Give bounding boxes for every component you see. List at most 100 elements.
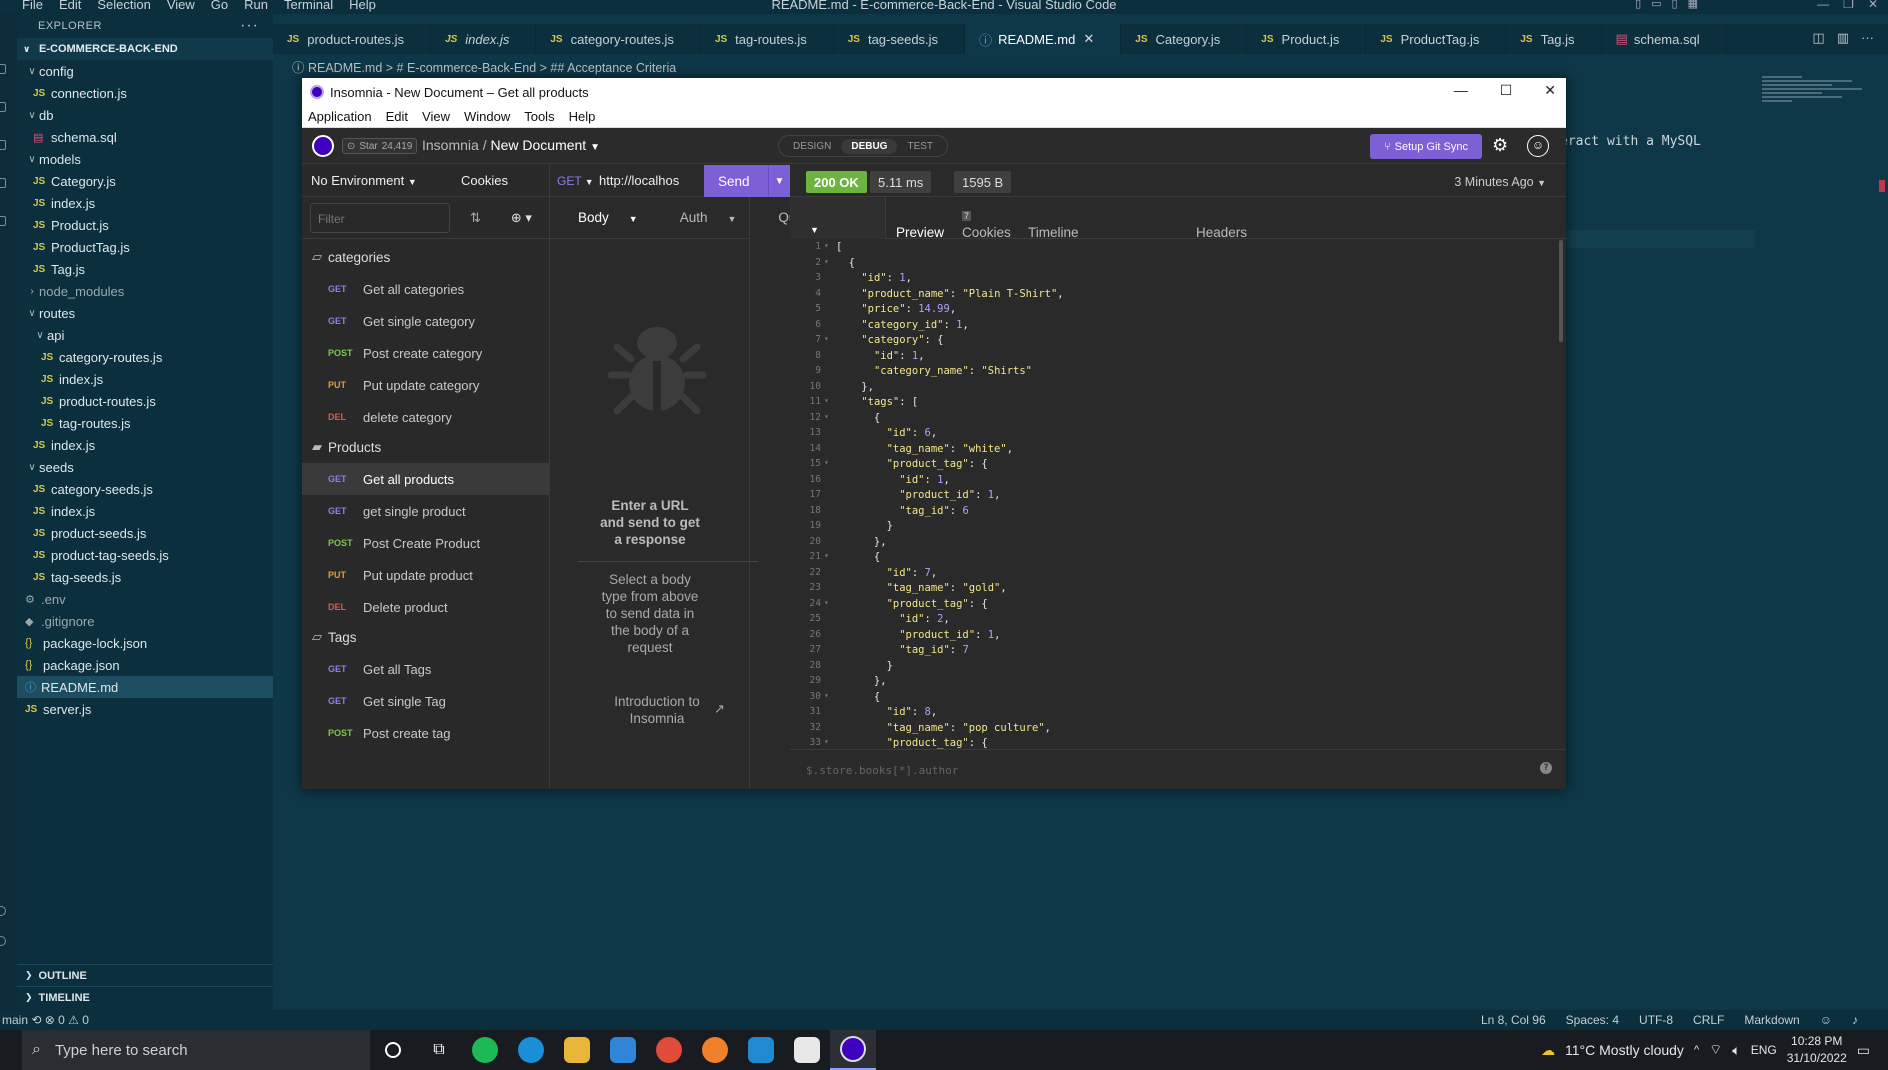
tree-item[interactable]: JS index.js: [17, 500, 273, 522]
menu-view[interactable]: View: [159, 0, 203, 13]
clock[interactable]: 10:28 PM 31/10/2022: [1787, 1033, 1847, 1067]
maximize-icon[interactable]: ☐: [1500, 82, 1513, 99]
tree-item[interactable]: {} package-lock.json: [17, 632, 273, 654]
crumb-document[interactable]: New Document: [490, 137, 586, 153]
editor-tab[interactable]: JS product-routes.js: [273, 24, 432, 54]
fold-icon[interactable]: ▾: [824, 412, 836, 428]
fold-icon[interactable]: ▾: [824, 737, 836, 749]
tree-item[interactable]: ⚙ .env: [17, 588, 273, 610]
response-filter[interactable]: $.store.books[*].author?: [790, 749, 1566, 789]
request-folder[interactable]: ▱ categories: [302, 241, 549, 273]
more-actions-icon[interactable]: ···: [1861, 30, 1874, 46]
breadcrumb[interactable]: ⓘ README.md > # E-commerce-Back-End > ##…: [292, 57, 676, 76]
intro-link[interactable]: Introduction to Insomnia: [602, 693, 712, 727]
tree-item[interactable]: JS product-seeds.js: [17, 522, 273, 544]
tree-item[interactable]: JS ProductTag.js: [17, 236, 273, 258]
editor-tab[interactable]: JS category-routes.js: [536, 24, 701, 54]
response-scrollbar[interactable]: [1559, 240, 1563, 342]
tree-item[interactable]: JS index.js: [17, 368, 273, 390]
send-options-icon[interactable]: ▼: [768, 165, 790, 197]
status-item[interactable]: Ln 8, Col 96: [1481, 1013, 1546, 1027]
menu-file[interactable]: File: [14, 0, 51, 13]
manage-gear-icon[interactable]: [0, 936, 6, 946]
fold-icon[interactable]: ▾: [824, 458, 836, 474]
menu-terminal[interactable]: Terminal: [276, 0, 341, 13]
tree-item[interactable]: ∨ models: [17, 148, 273, 170]
tree-item[interactable]: JS Product.js: [17, 214, 273, 236]
source-control-icon[interactable]: [0, 140, 6, 150]
response-body[interactable]: 1 ▾[2 ▾ {3 "id": 1, 4 "product_name": "Plai…: [790, 241, 1566, 749]
spotify-icon[interactable]: [462, 1030, 508, 1070]
history-dropdown[interactable]: 3 Minutes Ago ▼: [1454, 175, 1546, 189]
request-item[interactable]: DEL Delete product: [302, 591, 549, 623]
menu-selection[interactable]: Selection: [89, 0, 158, 13]
tree-item[interactable]: JS connection.js: [17, 82, 273, 104]
layout-panel-icon[interactable]: ▭: [1651, 0, 1661, 10]
cookies-button[interactable]: Cookies: [461, 173, 508, 188]
sort-icon[interactable]: ⇅: [470, 210, 481, 226]
mode-test[interactable]: TEST: [897, 139, 943, 154]
request-item[interactable]: GET Get single category: [302, 305, 549, 337]
menu-go[interactable]: Go: [203, 0, 236, 13]
minimize-icon[interactable]: —: [1454, 82, 1468, 99]
tree-item[interactable]: JS server.js: [17, 698, 273, 720]
insomnia-taskbar-icon[interactable]: [830, 1030, 876, 1070]
status-left[interactable]: main ⟲ ⊗ 0 ⚠ 0: [2, 1013, 89, 1027]
request-tab-body[interactable]: Body ▼: [550, 210, 652, 225]
editor-tab[interactable]: JS Category.js: [1121, 24, 1248, 54]
edge-icon[interactable]: [508, 1030, 554, 1070]
editor-tab[interactable]: ⓘ README.md ✕: [965, 24, 1122, 54]
request-item[interactable]: PUT Put update product: [302, 559, 549, 591]
layout-custom-icon[interactable]: ▦: [1688, 0, 1698, 10]
feedback-icon[interactable]: ☺: [1820, 1013, 1832, 1027]
mode-debug[interactable]: DEBUG: [841, 138, 898, 154]
settings-gear-icon[interactable]: ⚙: [1492, 135, 1508, 156]
insomnia-menu-view[interactable]: View: [422, 109, 450, 124]
tree-item[interactable]: ◆ .gitignore: [17, 610, 273, 632]
menu-edit[interactable]: Edit: [51, 0, 89, 13]
bell-icon[interactable]: ♪: [1852, 1013, 1858, 1027]
network-icon[interactable]: ⌔: [1709, 1041, 1722, 1059]
tree-item[interactable]: ∨ routes: [17, 302, 273, 324]
chrome-icon[interactable]: [646, 1030, 692, 1070]
task-view-icon[interactable]: ⧉: [416, 1030, 462, 1070]
split-editor-icon[interactable]: ▥: [1837, 30, 1849, 46]
help-icon[interactable]: ?: [1540, 762, 1552, 774]
editor-tab[interactable]: JS ProductTag.js: [1366, 24, 1507, 54]
weather-text[interactable]: 11°C Mostly cloudy: [1565, 1042, 1684, 1058]
editor-actions[interactable]: ◫ ▥ ···: [1812, 30, 1874, 46]
tree-item[interactable]: JS tag-seeds.js: [17, 566, 273, 588]
insomnia-menu-edit[interactable]: Edit: [386, 109, 408, 124]
setup-git-sync-button[interactable]: ⑂ Setup Git Sync: [1370, 134, 1482, 159]
crumb-root[interactable]: Insomnia: [422, 137, 479, 153]
fold-icon[interactable]: ▾: [824, 334, 836, 350]
url-input[interactable]: http://localhos: [599, 173, 689, 188]
tree-item[interactable]: ∨ db: [17, 104, 273, 126]
volume-icon[interactable]: 🔈︎: [1732, 1042, 1740, 1059]
insomnia-home-icon[interactable]: [312, 135, 334, 157]
method-select[interactable]: GET ▼: [557, 174, 599, 188]
tree-item[interactable]: {} package.json: [17, 654, 273, 676]
editor-tab[interactable]: JS Tag.js: [1506, 24, 1602, 54]
mode-switch[interactable]: DESIGN DEBUG TEST: [778, 135, 949, 157]
insomnia-menu-application[interactable]: Application: [308, 109, 372, 124]
tree-item[interactable]: JS category-routes.js: [17, 346, 273, 368]
request-item[interactable]: GET Get single Tag: [302, 685, 549, 717]
menu-run[interactable]: Run: [236, 0, 276, 13]
files-icon[interactable]: [0, 64, 6, 74]
close-icon[interactable]: ✕: [1544, 82, 1556, 99]
run-debug-icon[interactable]: [0, 178, 6, 188]
layout-sidebar-icon[interactable]: ▯: [1635, 0, 1641, 10]
taskbar-search[interactable]: ⌕ Type here to search: [22, 1030, 370, 1070]
editor-tab[interactable]: JS index.js: [431, 24, 537, 54]
tree-item[interactable]: JS category-seeds.js: [17, 478, 273, 500]
menu-help[interactable]: Help: [341, 0, 384, 13]
editor-text-fragment[interactable]: eract with a MySQL: [1560, 134, 1701, 149]
vscode-icon[interactable]: [738, 1030, 784, 1070]
notifications-icon[interactable]: ▭: [1857, 1042, 1870, 1059]
timeline-section[interactable]: ❯ TIMELINE: [17, 986, 273, 1008]
fold-icon[interactable]: ▾: [824, 396, 836, 412]
tree-item[interactable]: › node_modules: [17, 280, 273, 302]
status-item[interactable]: UTF-8: [1639, 1013, 1673, 1027]
layout-aux-icon[interactable]: ▯: [1672, 0, 1678, 10]
